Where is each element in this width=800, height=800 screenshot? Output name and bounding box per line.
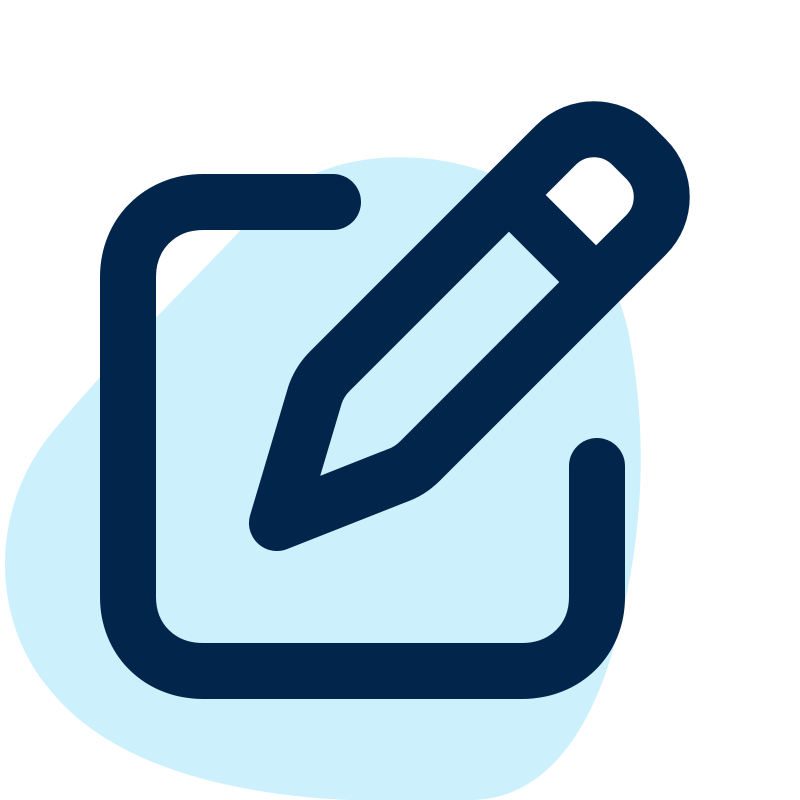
- edit-icon-canvas: [0, 0, 800, 800]
- edit-icon: [5, 101, 690, 800]
